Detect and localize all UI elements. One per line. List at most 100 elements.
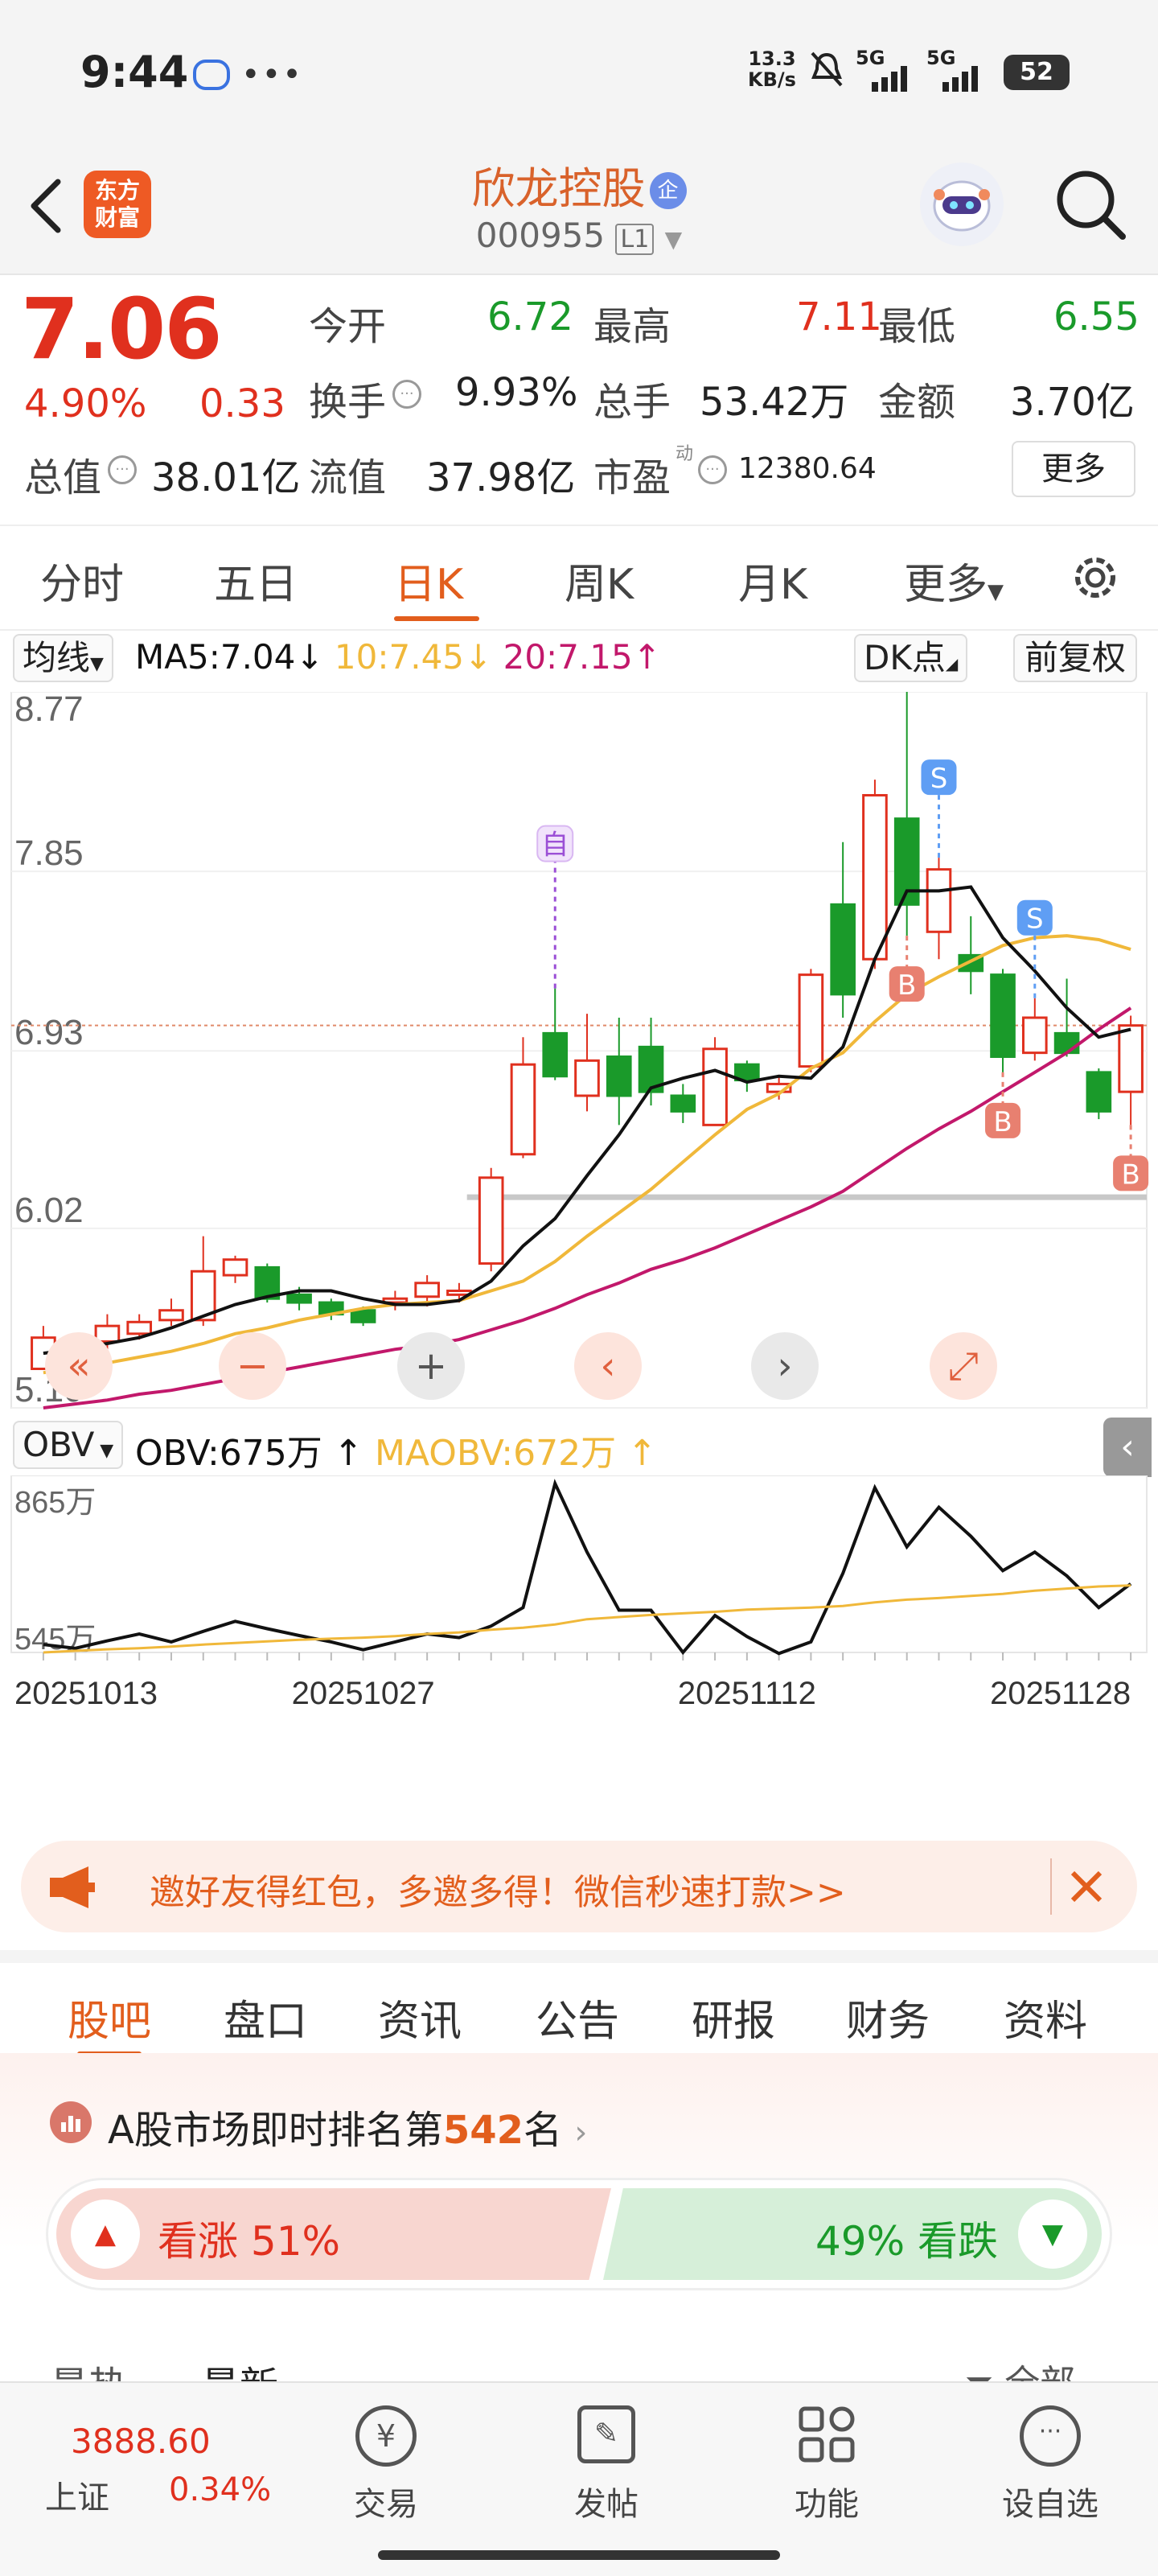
candle-down [286, 1293, 312, 1304]
bearish-arrow-icon[interactable]: ▼ [1018, 2199, 1087, 2269]
info-icon[interactable]: ··· [108, 455, 137, 484]
zoom-out-button[interactable]: − [219, 1332, 286, 1400]
open-label: 今开 [309, 304, 387, 349]
tab-active-indicator [394, 616, 479, 621]
robot-assistant-icon[interactable] [920, 163, 1004, 246]
tab-monthly-k[interactable]: 月K [738, 550, 807, 611]
tab-guba[interactable]: 股吧 [68, 1987, 151, 2047]
more-circle-icon: ··· [1020, 2405, 1081, 2467]
banner-text: 邀好友得红包，多邀多得！微信秒速打款>> [150, 1872, 846, 1913]
invite-banner[interactable]: 邀好友得红包，多邀多得！微信秒速打款>> [21, 1841, 1137, 1932]
candle-up [798, 973, 824, 1068]
maobv-arrow: ↑ [616, 1433, 657, 1474]
gear-icon[interactable] [1066, 549, 1124, 607]
high-value: 7.11 [796, 294, 882, 339]
tab-research[interactable]: 研报 [692, 1987, 775, 2047]
ma-selector[interactable]: 均线▼ [13, 634, 113, 682]
ma5-arrow: ↓ [295, 637, 324, 677]
adjust-button[interactable]: 前复权 [1013, 634, 1138, 682]
signal-label: B [1121, 1158, 1140, 1191]
obv-frame [10, 1475, 1148, 1653]
obv-chart[interactable]: 865万545万20251013 20251027 20251112 20251128 [0, 1475, 1158, 1717]
search-icon[interactable] [1052, 166, 1129, 243]
tab-intraday[interactable]: 分时 [40, 550, 124, 611]
nav-functions[interactable]: 功能 [778, 2405, 875, 2534]
obv-y-tick-high: 865万 [14, 1486, 96, 1520]
level-badge: L1 [615, 224, 655, 255]
tab-news[interactable]: 资讯 [378, 1987, 462, 2047]
chart-frame [10, 692, 1148, 1409]
nav-post[interactable]: ✎ 发帖 [558, 2405, 655, 2534]
rank-suffix: 名 [524, 2108, 563, 2153]
y-tick-label: 7.85 [14, 833, 84, 873]
y-tick-label: 6.93 [14, 1013, 84, 1052]
status-time: 9:44 [80, 47, 189, 97]
y-tick-label: 6.02 [14, 1191, 84, 1230]
next-button[interactable]: › [751, 1332, 819, 1400]
collapse-panel-icon[interactable]: ‹ [1103, 1418, 1152, 1477]
nav-add-watchlist[interactable]: ··· 设自选 [994, 2405, 1107, 2534]
index-ticker[interactable]: 3888.60 上证 0.34% [0, 2383, 290, 2544]
close-icon[interactable] [1066, 1866, 1107, 1907]
volume-value: 53.42万 [700, 380, 849, 425]
tab-more-label: 更多 [904, 561, 988, 609]
candle-down [542, 1031, 569, 1078]
bullish-arrow-icon[interactable]: ▲ [71, 2199, 140, 2269]
tab-profile[interactable]: 资料 [1004, 1987, 1087, 2047]
sentiment-section: A股市场即时排名第542名 › ▲ 看涨 51% 49% 看跌 ▼ 最热 最新 … [0, 2053, 1158, 2409]
turnover-info-icon[interactable]: ··· [392, 380, 421, 409]
tab-five-day[interactable]: 五日 [214, 550, 298, 611]
ma10-arrow: ↓ [464, 637, 493, 677]
pe-value: 12380.64 [738, 452, 877, 485]
tab-more[interactable]: 更多▼ [904, 550, 1004, 611]
banner-divider [1050, 1858, 1052, 1915]
chat-bubble-icon [193, 60, 230, 90]
candle-up [222, 1258, 248, 1277]
tab-daily-k[interactable]: 日K [394, 550, 463, 611]
candle-up [574, 1059, 600, 1097]
dk-point-selector[interactable]: DK点◢ [854, 634, 968, 682]
candle-down [830, 903, 856, 996]
sentiment-bar: ▲ 看涨 51% 49% 看跌 ▼ [48, 2180, 1110, 2288]
signal-label: B [897, 969, 916, 1002]
index-change: 0.34% [169, 2471, 272, 2508]
scroll-left-double-button[interactable]: « [45, 1332, 113, 1400]
candle-up [702, 1047, 728, 1126]
tab-pankou[interactable]: 盘口 [224, 1987, 307, 2047]
pe-label: 市盈 [593, 455, 671, 500]
nav-add-watchlist-label: 设自选 [1002, 2486, 1098, 2523]
signal-label: S [1026, 903, 1044, 936]
zoom-in-button[interactable]: + [397, 1332, 465, 1400]
more-button[interactable]: 更多 [1012, 441, 1135, 497]
rank-text[interactable]: A股市场即时排名第542名 › [108, 2098, 587, 2154]
net-speed-value: 13.3 [748, 47, 796, 70]
fullscreen-button[interactable]: ⤢ [930, 1332, 997, 1400]
section-tabs: 股吧 盘口 资讯 公告 研报 财务 资料 [0, 1950, 1158, 2066]
ma20-arrow: ↑ [632, 637, 661, 677]
indicator-selector[interactable]: OBV ▼ [13, 1421, 124, 1469]
dk-label: DK点 [864, 638, 946, 677]
kline-chart[interactable]: 8.777.856.936.025.10自BSBSB [0, 692, 1158, 1416]
candle-up [1118, 1024, 1144, 1093]
change-amount: 0.33 [199, 381, 285, 426]
candle-up [126, 1320, 153, 1335]
rank-prefix: A股市场即时排名第 [108, 2108, 443, 2153]
index-name: 上证 [45, 2479, 109, 2516]
low-value: 6.55 [1053, 294, 1140, 339]
enterprise-badge: 企 [649, 172, 687, 209]
signal-icon-1 [856, 64, 920, 95]
turnover-value: 9.93% [455, 370, 578, 415]
nav-trade[interactable]: ¥ 交易 [338, 2405, 434, 2534]
turnover-label: 换手 [309, 380, 387, 425]
corner-arrow-icon: ◢ [945, 654, 959, 673]
maobv-value: MAOBV:672万 ↑ [375, 1424, 657, 1475]
prev-button[interactable]: ‹ [574, 1332, 642, 1400]
pe-info-icon[interactable]: ··· [698, 455, 727, 484]
candle-up [1021, 1016, 1048, 1055]
tab-announcements[interactable]: 公告 [536, 1987, 619, 2047]
signal-label: B [993, 1106, 1012, 1138]
tab-weekly-k[interactable]: 周K [565, 550, 634, 611]
tab-finance[interactable]: 财务 [846, 1987, 930, 2047]
obv-value: OBV:675万 ↑ [135, 1424, 363, 1475]
last-price: 7.06 [21, 280, 223, 378]
